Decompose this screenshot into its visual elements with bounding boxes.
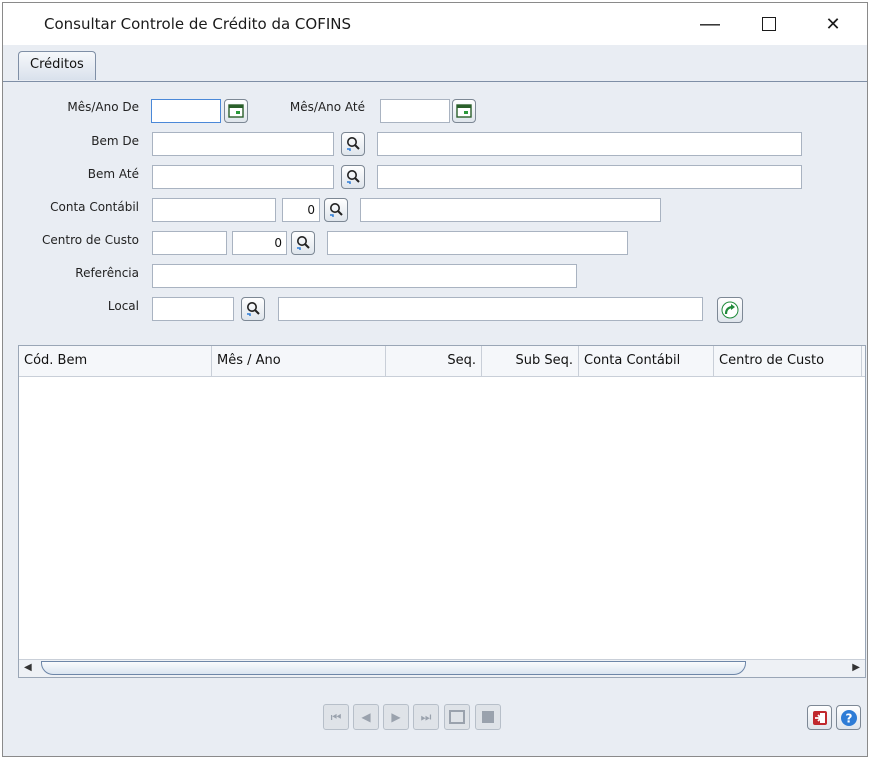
calendar-icon xyxy=(228,104,244,118)
help-icon: ? xyxy=(840,709,857,726)
search-icon xyxy=(347,170,360,184)
column-mes-ano[interactable]: Mês / Ano xyxy=(212,346,386,376)
bem-ate-input[interactable] xyxy=(152,165,334,189)
local-input[interactable] xyxy=(152,297,234,321)
conta-contabil-description xyxy=(360,198,661,222)
local-label: Local xyxy=(107,299,139,313)
help-button[interactable]: ? xyxy=(836,705,861,730)
minimize-button[interactable]: — xyxy=(677,3,743,45)
centro-de-custo-digit-input[interactable] xyxy=(232,231,287,255)
column-centro-de-custo[interactable]: Centro de Custo xyxy=(714,346,862,376)
maximize-icon xyxy=(762,17,776,31)
first-icon: ⏮ xyxy=(330,709,342,724)
column-sub-seq[interactable]: Sub Seq. xyxy=(482,346,579,376)
main-window: Consultar Controle de Crédito da COFINS … xyxy=(2,2,868,757)
centro-de-custo-label: Centro de Custo xyxy=(42,233,139,247)
mes-ano-de-calendar-button[interactable] xyxy=(224,99,248,123)
column-seq[interactable]: Seq. xyxy=(386,346,482,376)
previous-record-button[interactable]: ◀ xyxy=(353,704,379,730)
tab-creditos[interactable]: Créditos xyxy=(18,51,96,80)
centro-de-custo-description xyxy=(327,231,628,255)
creditos-grid[interactable]: Cód. Bem Mês / Ano Seq. Sub Seq. Conta C… xyxy=(18,345,866,678)
referencia-input[interactable] xyxy=(152,264,577,288)
window-title: Consultar Controle de Crédito da COFINS xyxy=(44,15,352,33)
bem-ate-search-button[interactable] xyxy=(341,165,365,189)
bem-de-label: Bem De xyxy=(91,134,139,148)
bem-ate-label: Bem Até xyxy=(87,167,139,181)
mes-ano-de-input[interactable] xyxy=(151,99,221,123)
exit-icon xyxy=(812,710,827,725)
mes-ano-ate-input[interactable] xyxy=(380,99,450,123)
scroll-right-icon[interactable]: ▶ xyxy=(852,662,860,673)
bem-de-description xyxy=(377,132,802,156)
svg-text:?: ? xyxy=(845,711,852,725)
detail-icon xyxy=(449,710,465,724)
conta-contabil-label: Conta Contábil xyxy=(50,200,139,214)
column-cod-bem[interactable]: Cód. Bem xyxy=(19,346,212,376)
centro-de-custo-search-button[interactable] xyxy=(291,231,315,255)
next-icon: ▶ xyxy=(391,710,401,724)
exit-button[interactable] xyxy=(807,705,832,730)
bem-de-input[interactable] xyxy=(152,132,334,156)
close-icon: ✕ xyxy=(825,13,841,34)
scrollbar-thumb[interactable] xyxy=(41,661,746,675)
title-bar: Consultar Controle de Crédito da COFINS … xyxy=(3,3,867,45)
search-icon xyxy=(347,137,360,151)
next-record-button[interactable]: ▶ xyxy=(383,704,409,730)
detail-button[interactable] xyxy=(444,704,470,730)
centro-de-custo-input[interactable] xyxy=(152,231,227,255)
mes-ano-de-label: Mês/Ano De xyxy=(67,100,139,114)
calendar-icon xyxy=(456,104,472,118)
refresh-button[interactable] xyxy=(717,297,743,323)
conta-contabil-digit-input[interactable] xyxy=(282,198,320,222)
grid-header: Cód. Bem Mês / Ano Seq. Sub Seq. Conta C… xyxy=(19,346,865,377)
search-icon xyxy=(297,236,310,250)
first-record-button[interactable]: ⏮ xyxy=(323,704,349,730)
maximize-button[interactable] xyxy=(736,3,802,45)
export-button[interactable] xyxy=(475,704,501,730)
column-conta-contabil[interactable]: Conta Contábil xyxy=(579,346,714,376)
last-icon: ⏭ xyxy=(420,709,432,724)
local-description xyxy=(278,297,703,321)
last-record-button[interactable]: ⏭ xyxy=(413,704,439,730)
mes-ano-ate-label: Mês/Ano Até xyxy=(289,100,365,114)
bem-ate-description xyxy=(377,165,802,189)
search-icon xyxy=(330,203,343,217)
mes-ano-ate-calendar-button[interactable] xyxy=(452,99,476,123)
referencia-label: Referência xyxy=(75,266,139,280)
minimize-icon: — xyxy=(700,12,720,35)
grid-horizontal-scrollbar[interactable]: ◀ ▶ xyxy=(19,659,865,677)
tab-bar: Créditos xyxy=(3,45,867,82)
refresh-arrow-icon xyxy=(721,301,739,319)
local-search-button[interactable] xyxy=(241,297,265,321)
export-icon xyxy=(482,711,494,723)
bem-de-search-button[interactable] xyxy=(341,132,365,156)
close-button[interactable]: ✕ xyxy=(800,3,866,45)
search-icon xyxy=(247,302,260,316)
scroll-left-icon[interactable]: ◀ xyxy=(24,662,32,673)
conta-contabil-search-button[interactable] xyxy=(324,198,348,222)
previous-icon: ◀ xyxy=(361,710,371,724)
conta-contabil-input[interactable] xyxy=(152,198,276,222)
